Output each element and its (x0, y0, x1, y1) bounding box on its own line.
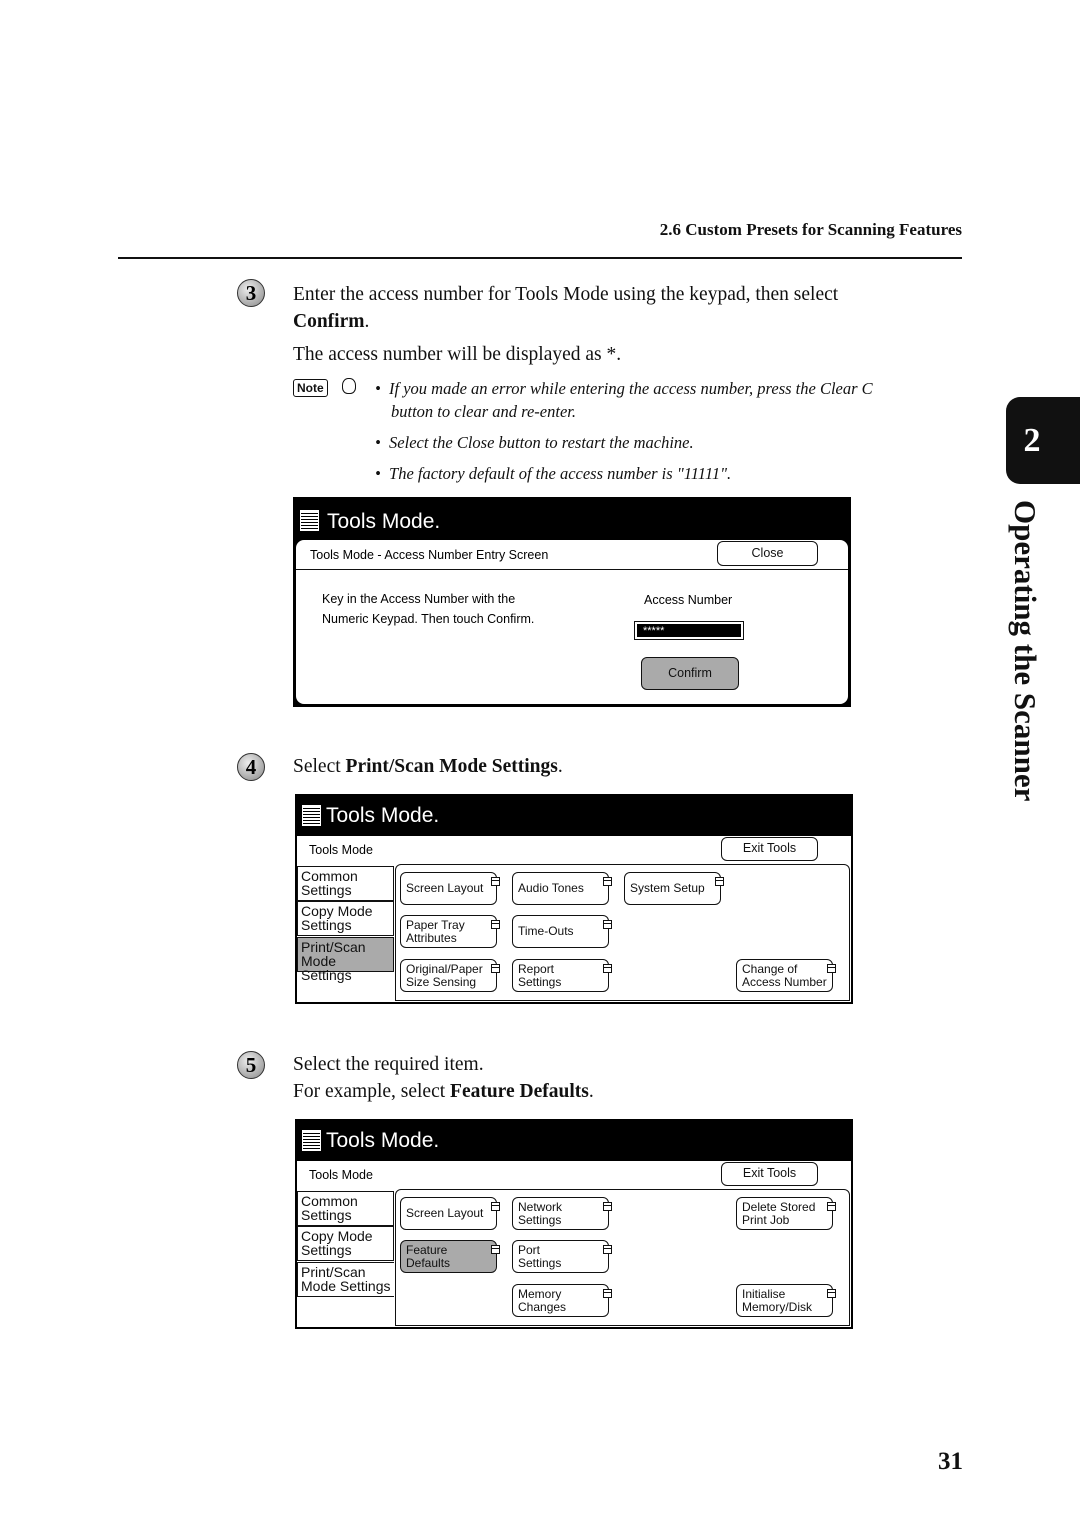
paper-tray-attributes-button[interactable]: Paper Tray Attributes (400, 915, 500, 948)
screen-layout-button[interactable]: Screen Layout (400, 1197, 500, 1230)
step-3-badge: 3 (237, 279, 265, 307)
menu-body: Tools Mode Exit Tools Common Settings Cop… (297, 836, 851, 1002)
tab-common-settings[interactable]: Common Settings (297, 1191, 394, 1226)
dialog-subtitle: Tools Mode - Access Number Entry Screen (310, 548, 549, 562)
screen-title: Tools Mode. (327, 510, 441, 533)
screen-title: Tools Mode. (326, 804, 440, 827)
memory-changes-button[interactable]: Memory Changes (512, 1284, 612, 1317)
close-button[interactable]: Close (717, 541, 818, 566)
step-3-line1: Enter the access number for Tools Mode u… (293, 284, 839, 305)
feature-defaults-button[interactable]: Feature Defaults (400, 1240, 500, 1273)
exit-tools-button[interactable]: Exit Tools (721, 837, 818, 861)
exit-tools-button[interactable]: Exit Tools (721, 1162, 818, 1186)
time-outs-button[interactable]: Time-Outs (512, 915, 612, 948)
dialog-body: Tools Mode - Access Number Entry Screen … (296, 540, 848, 704)
initialise-memory-disk-button[interactable]: Initialise Memory/Disk (736, 1284, 836, 1317)
tab-print-scan-mode-settings[interactable]: Print/Scan Mode Settings (297, 937, 394, 982)
original-paper-size-sensing-button[interactable]: Original/Paper Size Sensing (400, 959, 500, 992)
tools-mode-access-screen: Tools Mode. Tools Mode - Access Number E… (293, 497, 851, 707)
tools-icon (302, 805, 321, 826)
delete-stored-print-job-button[interactable]: Delete Stored Print Job (736, 1197, 836, 1230)
confirm-button[interactable]: Confirm (641, 657, 739, 690)
tools-icon (302, 1130, 321, 1151)
menu-subtitle: Tools Mode (309, 843, 373, 857)
step-4-text: Select Print/Scan Mode Settings. (293, 756, 563, 777)
confirm-bold: Confirm (293, 311, 365, 332)
step-3-text: Enter the access number for Tools Mode u… (293, 281, 838, 368)
note-pencil-icon (342, 378, 356, 394)
instructions: Key in the Access Number with the Numeric… (322, 592, 535, 626)
tools-mode-menu-screen: Tools Mode. Tools Mode Exit Tools Common… (295, 794, 853, 1004)
step-3-line3: The access number will be displayed as *… (293, 344, 622, 365)
step-3-line2: Confirm. (293, 308, 838, 335)
change-of-access-number-button[interactable]: Change of Access Number (736, 959, 836, 992)
header-rule (118, 257, 962, 259)
tab-copy-mode-settings[interactable]: Copy Mode Settings (297, 1226, 394, 1261)
tab-common-settings[interactable]: Common Settings (297, 866, 394, 901)
chapter-tab: 2 (1006, 397, 1080, 484)
audio-tones-button[interactable]: Audio Tones (512, 872, 612, 905)
access-number-value: ***** (637, 624, 741, 637)
port-settings-button[interactable]: Port Settings (512, 1240, 612, 1273)
note-item: • If you made an error while entering th… (375, 379, 873, 421)
network-settings-button[interactable]: Network Settings (512, 1197, 612, 1230)
section-header: 2.6 Custom Presets for Scanning Features (659, 220, 962, 239)
note-item: • Select the Close button to restart the… (375, 433, 694, 452)
menu-subtitle: Tools Mode (309, 1168, 373, 1182)
period: . (364, 311, 370, 332)
screen-title: Tools Mode. (326, 1129, 440, 1152)
chapter-number: 2 (1023, 422, 1041, 459)
manual-page: 2.6 Custom Presets for Scanning Features… (0, 0, 1080, 1528)
tab-copy-mode-settings[interactable]: Copy Mode Settings (297, 901, 394, 936)
system-setup-button[interactable]: System Setup (624, 872, 724, 905)
print-scan-settings-screen: Tools Mode. Tools Mode Exit Tools Common… (295, 1119, 853, 1329)
access-number-field[interactable]: ***** (634, 621, 744, 640)
step-5-badge: 5 (237, 1051, 265, 1079)
note-item: • The factory default of the access numb… (375, 464, 732, 483)
step-5-text: Select the required item. For example, s… (293, 1054, 594, 1102)
access-number-label: Access Number (644, 593, 733, 607)
menu-body: Tools Mode Exit Tools Common Settings Cop… (297, 1161, 851, 1327)
note-badge: Note (293, 379, 328, 397)
step-4-badge: 4 (237, 753, 265, 781)
tools-icon (300, 510, 319, 531)
page-number: 31 (938, 1448, 963, 1475)
chapter-title: Operating the Scanner (1008, 500, 1043, 802)
tab-print-scan-mode-settings[interactable]: Print/Scan Mode Settings (297, 1262, 394, 1297)
report-settings-button[interactable]: Report Settings (512, 959, 612, 992)
screen-layout-button[interactable]: Screen Layout (400, 872, 500, 905)
